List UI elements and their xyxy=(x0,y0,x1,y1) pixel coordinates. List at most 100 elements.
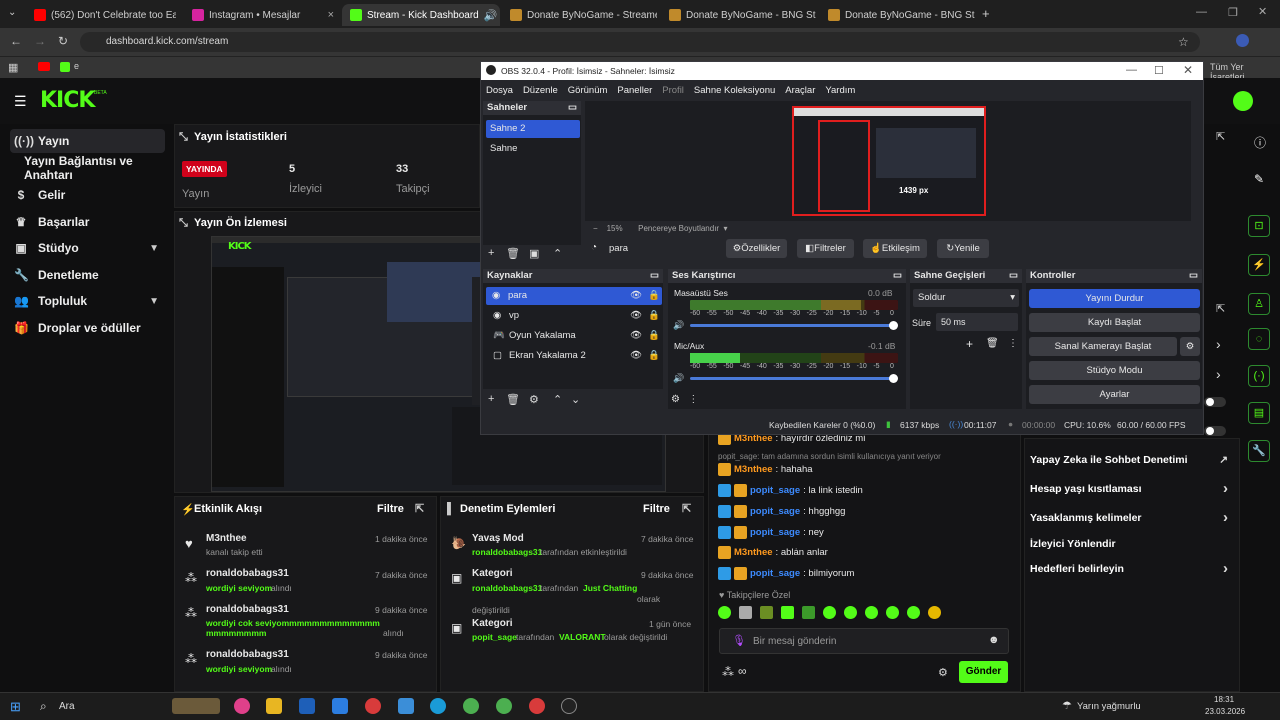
zoom-minus-icon[interactable]: − xyxy=(593,224,598,233)
stop-stream-button[interactable]: Yayını Durdur xyxy=(1029,289,1200,308)
menu-yardim[interactable]: Yardım xyxy=(825,85,855,96)
browser-tab-5[interactable]: Donate ByNoGame - BNG Strea× xyxy=(661,4,816,26)
emote-icon[interactable] xyxy=(907,606,920,619)
menu-duzenle[interactable]: Düzenle xyxy=(523,85,558,96)
app-icon[interactable] xyxy=(398,698,414,714)
chat-username[interactable]: M3nthee xyxy=(734,464,773,475)
emote-icon[interactable] xyxy=(928,606,941,619)
dock-float-icon[interactable]: ▭ xyxy=(893,269,902,283)
sidebar-item-yayin[interactable]: ((·)) Yayın xyxy=(10,129,165,153)
lock-icon[interactable]: 🔒 xyxy=(648,327,660,345)
chat-username[interactable]: popit_sage xyxy=(750,527,800,538)
sidebar-item-droplar[interactable]: 🎁 Droplar ve ödüller xyxy=(10,316,165,340)
popout-icon[interactable]: ⇱ xyxy=(682,502,691,515)
chrome-icon[interactable] xyxy=(496,698,512,714)
toggle-switch[interactable] xyxy=(1204,426,1226,436)
app-icon[interactable] xyxy=(365,698,381,714)
dock-float-icon[interactable]: ▭ xyxy=(568,101,577,115)
emote-icon[interactable] xyxy=(886,606,899,619)
panels-icon[interactable]: ▤ xyxy=(1248,402,1270,424)
store-icon[interactable] xyxy=(299,698,315,714)
lock-icon[interactable]: 🔒 xyxy=(648,347,660,365)
chat-username[interactable]: popit_sage xyxy=(750,506,800,517)
moderation-user[interactable]: ronaldobabags31 xyxy=(472,547,542,557)
activity-user[interactable]: ronaldobabags31 xyxy=(206,649,289,660)
windows-start-icon[interactable]: ⊞ xyxy=(10,699,21,715)
filters-button[interactable]: ◧Filtreler xyxy=(797,239,854,258)
start-recording-button[interactable]: Kaydı Başlat xyxy=(1029,313,1200,332)
emote-icon[interactable] xyxy=(739,606,752,619)
dock-float-icon[interactable]: ▭ xyxy=(1009,269,1018,283)
close-window-icon[interactable]: ✕ xyxy=(1258,5,1267,18)
menu-sahne-koleksiyonu[interactable]: Sahne Koleksiyonu xyxy=(694,85,775,96)
browser-tab-3[interactable]: Stream - Kick Dashboard 🔊 xyxy=(342,4,500,26)
refresh-button[interactable]: ↻Yenile xyxy=(937,239,989,258)
clip-icon[interactable]: ⊡ xyxy=(1248,215,1270,237)
chat-username[interactable]: popit_sage xyxy=(750,568,800,579)
signal-icon[interactable]: (·) xyxy=(1248,365,1270,387)
popout-icon[interactable]: ⇱ xyxy=(415,502,424,515)
new-tab-button[interactable]: + xyxy=(982,6,990,21)
chat-bubble-icon[interactable]: ◌ xyxy=(1248,328,1270,350)
chevron-right-icon[interactable]: › xyxy=(1216,366,1221,382)
chat-settings-icon[interactable]: ⚙ xyxy=(938,666,948,679)
bookmark-star-icon[interactable]: ☆ xyxy=(1178,35,1189,49)
menu-araclar[interactable]: Araçlar xyxy=(785,85,815,96)
emote-icon[interactable] xyxy=(865,606,878,619)
duration-input[interactable]: 50 ms xyxy=(936,313,1018,331)
browser-tab-6[interactable]: Donate ByNoGame - BNG Stre× xyxy=(820,4,975,26)
lock-icon[interactable]: 🔒 xyxy=(648,307,660,325)
reload-icon[interactable]: ↻ xyxy=(58,34,68,48)
popout-icon[interactable]: ⇱ xyxy=(1216,302,1225,315)
zoom-fit[interactable]: Pencereye Boyutlandır xyxy=(638,224,719,233)
menu-profil[interactable]: Profil xyxy=(662,85,684,96)
source-item[interactable]: ◉ vp 👁 🔒 xyxy=(487,307,667,325)
chat-input[interactable]: 🎙 Bir mesaj gönderin ☻ xyxy=(719,628,1009,654)
clock-date[interactable]: 23.03.2026 xyxy=(1205,707,1245,716)
bookmark-label[interactable]: e xyxy=(74,61,79,71)
volume-slider[interactable] xyxy=(690,374,898,383)
youtube-bookmark-icon[interactable] xyxy=(38,62,50,71)
browser-tab-4[interactable]: Donate ByNoGame - Streamer× xyxy=(502,4,657,26)
emote-icon[interactable] xyxy=(823,606,836,619)
moderation-user[interactable]: ronaldobabags31 xyxy=(472,583,542,593)
mic-icon[interactable]: 🎙 xyxy=(732,634,746,647)
source-item[interactable]: ◉ para 👁 🔒 xyxy=(486,287,662,305)
sidebar-item-studyo[interactable]: ▣ Stüdyo ▼ xyxy=(10,236,165,260)
mail-icon[interactable] xyxy=(332,698,348,714)
bolt-icon[interactable]: ⚡ xyxy=(1248,254,1270,276)
kick-logo[interactable]: KICK xyxy=(40,88,95,113)
more-icon[interactable]: ⋮ xyxy=(688,394,698,405)
source-item[interactable]: ▢ Ekran Yakalama 2 👁 🔒 xyxy=(487,347,667,365)
settings-button[interactable]: Ayarlar xyxy=(1029,385,1200,404)
add-icon[interactable]: + xyxy=(966,337,973,351)
activity-user[interactable]: M3nthee xyxy=(206,533,247,544)
source-item[interactable]: 🎮 Oyun Yakalama 👁 🔒 xyxy=(487,327,667,345)
tab-search-icon[interactable]: ⌄ xyxy=(8,7,16,18)
weather-label[interactable]: Yarın yağmurlu xyxy=(1077,701,1141,712)
search-icon[interactable]: ⌕ xyxy=(40,699,47,714)
speaker-icon[interactable]: 🔊 xyxy=(673,373,684,384)
kick-bookmark-icon[interactable] xyxy=(60,62,70,72)
add-icon[interactable]: + xyxy=(488,393,494,405)
slider-handle[interactable] xyxy=(889,321,898,330)
clock-time[interactable]: 18:31 xyxy=(1214,695,1234,704)
app-icon[interactable] xyxy=(529,698,545,714)
obs-preview-area[interactable]: 1439 px xyxy=(585,101,1191,221)
back-icon[interactable]: ← xyxy=(10,34,22,48)
virtual-camera-settings-icon[interactable]: ⚙ xyxy=(1180,337,1200,356)
transition-select[interactable]: Soldur ▾ xyxy=(913,289,1019,307)
file-explorer-icon[interactable] xyxy=(266,698,282,714)
browser-tab-1[interactable]: (562) Don't Celebrate too Early× xyxy=(26,4,176,26)
setting-raid[interactable]: İzleyici Yönlendir xyxy=(1030,538,1230,550)
toggle-switch[interactable] xyxy=(1204,397,1226,407)
setting-account-age[interactable]: Hesap yaşı kısıtlaması › xyxy=(1030,480,1230,497)
sidebar-item-basarilar[interactable]: ♛ Başarılar xyxy=(10,210,165,234)
emote-icon[interactable] xyxy=(718,606,731,619)
menu-icon[interactable]: ☰ xyxy=(14,93,27,110)
down-icon[interactable]: ⌄ xyxy=(571,393,580,406)
sidebar-item-denetleme[interactable]: 🔧 Denetleme xyxy=(10,263,165,287)
scene-item[interactable]: Sahne 2 xyxy=(486,120,580,138)
sidebar-item-stream-key[interactable]: Yayın Bağlantısı ve Anahtarı xyxy=(10,154,165,182)
forward-icon[interactable]: → xyxy=(34,34,46,48)
